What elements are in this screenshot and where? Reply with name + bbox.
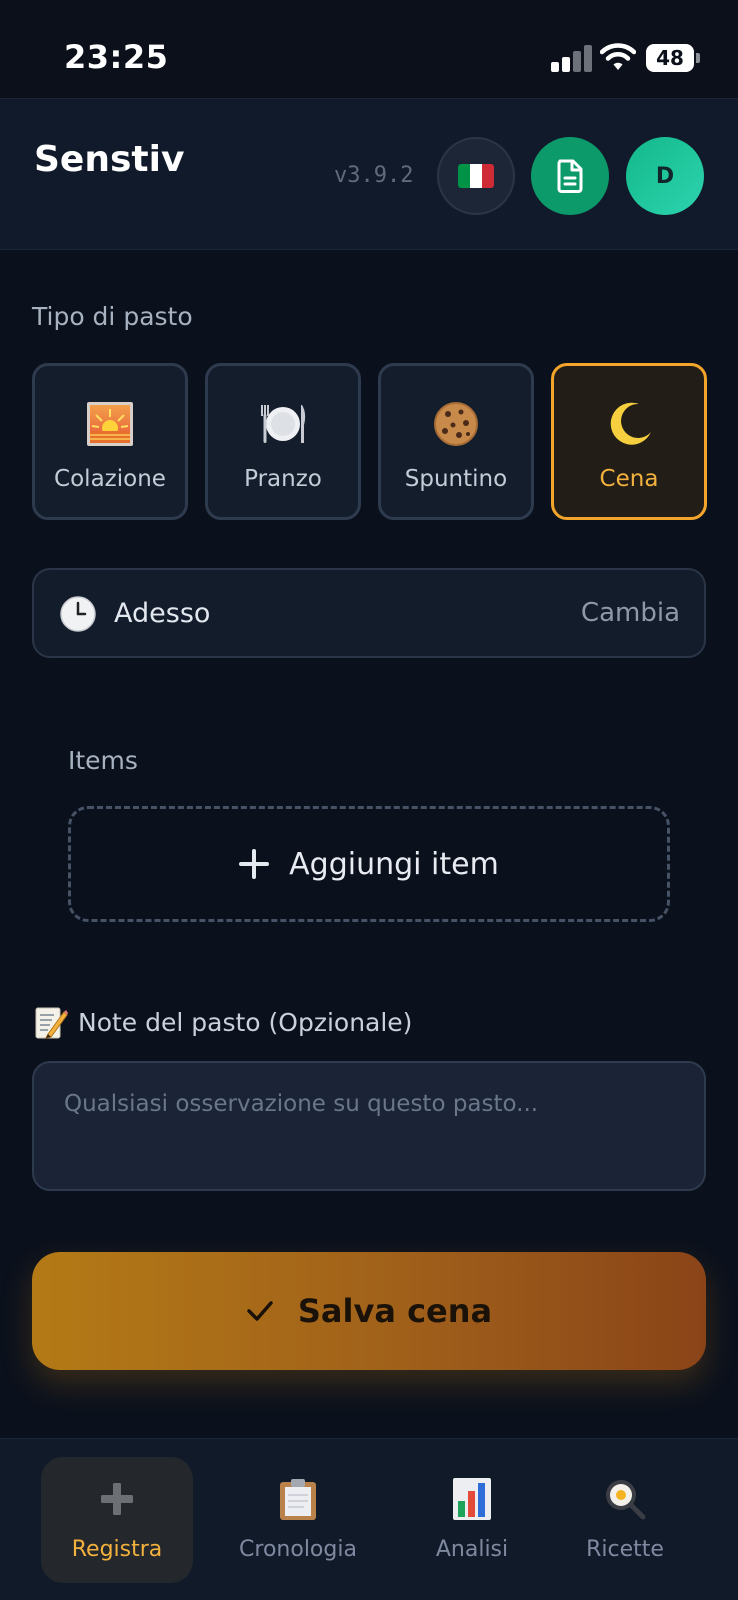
- add-item-button[interactable]: Aggiungi item: [68, 806, 670, 922]
- nav-item-ricette[interactable]: Ricette: [549, 1457, 701, 1583]
- wifi-icon: [600, 43, 636, 70]
- nav-label: Cronologia: [239, 1537, 357, 1562]
- memo-icon: [35, 1007, 68, 1039]
- app-version: v3.9.2: [334, 163, 414, 188]
- clipboard-icon: [280, 1479, 316, 1520]
- app-header: Senstiv v3.9.2 D: [0, 98, 738, 250]
- status-time: 23:25: [64, 38, 169, 76]
- cookie-icon: [434, 402, 478, 446]
- bar-chart-icon: [453, 1478, 491, 1520]
- notes-label-row: Note del pasto (Opzionale): [34, 1004, 412, 1040]
- plate-cutlery-icon: [261, 405, 306, 443]
- nav-item-registra[interactable]: Registra: [41, 1457, 193, 1583]
- italian-flag-icon: [458, 164, 494, 188]
- status-bar: 23:25 48: [0, 0, 738, 98]
- meal-log-screen: 23:25 48 Senstiv v3.9.2 D Tipo di pasto …: [0, 0, 738, 1600]
- nav-label: Analisi: [435, 1537, 509, 1562]
- user-avatar[interactable]: D: [626, 137, 704, 215]
- language-button[interactable]: [437, 137, 515, 215]
- document-button[interactable]: [531, 137, 609, 215]
- checkmark-icon: [247, 1301, 273, 1321]
- battery-icon: 48: [646, 44, 700, 72]
- meal-option-spuntino[interactable]: Spuntino: [378, 363, 534, 520]
- document-icon: [557, 159, 583, 193]
- plus-icon: [101, 1483, 133, 1515]
- nav-label: Registra: [71, 1537, 163, 1562]
- clock-icon: [60, 596, 96, 632]
- meal-type-label: Tipo di pasto: [32, 302, 193, 331]
- nav-item-cronologia[interactable]: Cronologia: [222, 1457, 374, 1583]
- meal-option-pranzo[interactable]: Pranzo: [205, 363, 361, 520]
- nav-label: Ricette: [586, 1537, 664, 1562]
- bottom-nav: Registra Cronologia Analisi Ricette: [0, 1438, 738, 1600]
- meal-option-label: Cena: [599, 466, 659, 492]
- meal-time-row[interactable]: Adesso Cambia: [32, 568, 706, 658]
- save-meal-label: Salva cena: [297, 1292, 493, 1330]
- notes-textarea[interactable]: [32, 1061, 706, 1191]
- add-item-label: Aggiungi item: [289, 846, 499, 882]
- meal-time-value: Adesso: [114, 598, 211, 629]
- save-meal-button[interactable]: Salva cena: [32, 1252, 706, 1370]
- crescent-moon-icon: [610, 402, 651, 445]
- change-time-button[interactable]: Cambia: [581, 598, 680, 628]
- app-title: Senstiv: [34, 139, 185, 180]
- meal-option-colazione[interactable]: Colazione: [32, 363, 188, 520]
- fried-egg-pan-icon: [606, 1480, 646, 1520]
- cellular-signal-icon: [551, 44, 592, 72]
- items-label: Items: [68, 746, 138, 775]
- meal-option-label: Pranzo: [244, 466, 322, 492]
- meal-option-label: Colazione: [54, 466, 166, 492]
- sunrise-icon: [87, 402, 133, 446]
- meal-option-cena[interactable]: Cena: [551, 363, 707, 520]
- meal-option-label: Spuntino: [404, 466, 508, 492]
- battery-level: 48: [646, 44, 694, 72]
- plus-icon: [239, 849, 270, 879]
- notes-label: Note del pasto (Opzionale): [78, 1007, 413, 1037]
- nav-item-analisi[interactable]: Analisi: [396, 1457, 548, 1583]
